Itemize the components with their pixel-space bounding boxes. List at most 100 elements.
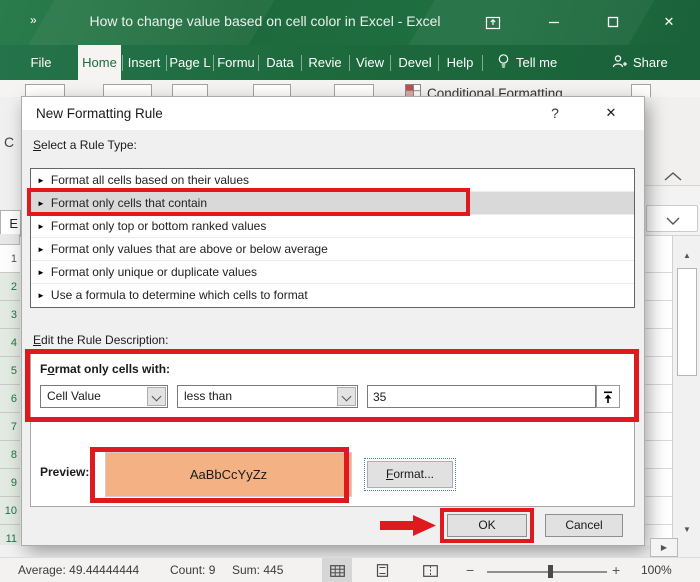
worksheet-cells-partial [644,236,672,557]
condition-field-dropdown[interactable]: Cell Value [40,385,168,408]
dropdown-button[interactable] [147,387,166,406]
rule-type-item[interactable]: ► Format only values that are above or be… [31,238,634,261]
new-formatting-rule-dialog: New Formatting Rule ? ✕ Select a Rule Ty… [22,97,644,545]
format-button[interactable]: Format... [364,458,456,491]
rule-bullet-icon: ► [37,291,45,300]
ribbon-display-options-icon[interactable] [480,10,506,34]
tab-formulas[interactable]: Formu [215,45,257,80]
row-header[interactable]: 6 [0,385,20,413]
collapse-ribbon-icon[interactable] [663,170,683,188]
vertical-scrollbar[interactable]: ▲ ▼ [672,236,700,557]
page-layout-view-icon[interactable] [368,558,396,582]
name-box[interactable]: E [0,210,21,237]
tell-me-control[interactable]: Tell me [497,45,557,80]
ok-button[interactable]: OK [447,514,527,537]
tab-insert[interactable]: Insert [124,45,164,80]
row-header[interactable]: 10 [0,497,20,525]
condition-operator-value: less than [184,389,233,403]
annotation-arrow-icon [380,514,437,540]
select-all-corner[interactable] [0,234,20,245]
close-icon[interactable]: ✕ [656,10,682,34]
maximize-icon[interactable] [600,10,626,34]
share-person-icon [612,54,627,72]
tab-help[interactable]: Help [440,45,480,80]
rule-type-item[interactable]: ► Format all cells based on their values [31,169,634,192]
tell-me-label: Tell me [516,55,558,70]
scroll-up-icon[interactable]: ▲ [676,246,698,265]
row-header[interactable]: 5 [0,357,20,385]
row-header[interactable]: 1 [0,245,20,273]
dialog-close-icon[interactable]: ✕ [589,99,633,127]
title-bar: » How to change value based on cell colo… [0,0,700,70]
dropdown-button[interactable] [337,387,356,406]
zoom-slider-thumb[interactable] [548,565,553,578]
tab-file[interactable]: File [20,45,62,80]
scroll-right-icon[interactable]: ▶ [650,538,678,557]
ribbon-control-partial [103,84,152,97]
ribbon-control-partial [25,84,65,97]
zoom-in-icon[interactable]: + [612,558,620,582]
share-control[interactable]: Share [612,45,668,80]
focw-rest: rmat only cells with: [54,362,171,376]
rule-type-item[interactable]: ► Format only top or bottom ranked values [31,215,634,238]
dialog-title-bar: New Formatting Rule ? ✕ [22,97,644,130]
status-average: Average: 49.44444444 [18,563,140,577]
status-sum: Sum: 445 [232,563,284,577]
focw-underline: o [47,362,55,376]
share-label: Share [633,55,668,70]
rule-bullet-icon: ► [37,176,45,185]
tab-view[interactable]: View [351,45,389,80]
status-bar: Average: 49.44444444 Count: 9 Sum: 445 −… [0,557,700,582]
condition-operator-dropdown[interactable]: less than [177,385,358,408]
condition-value-input[interactable] [367,385,596,408]
select-rule-type-label: Select a Rule Type: [33,138,137,152]
tab-developer[interactable]: Devel [392,45,438,80]
collapse-range-icon [604,391,612,403]
row-header[interactable]: 4 [0,329,20,357]
rule-type-item[interactable]: ► Use a formula to determine which cells … [31,284,634,307]
minimize-icon[interactable] [541,10,567,34]
select-rule-type-label-rest: elect a Rule Type: [41,138,137,152]
rule-type-item[interactable]: ► Format only unique or duplicate values [31,261,634,284]
rule-type-item-selected[interactable]: ► Format only cells that contain [31,192,634,215]
normal-view-icon[interactable] [322,558,352,582]
ribbon-partial-text: C [4,134,15,150]
tab-home[interactable]: Home [78,45,121,80]
conditional-formatting-icon [405,84,421,97]
page-break-view-icon[interactable] [416,558,444,582]
row-header[interactable]: 7 [0,413,20,441]
zoom-out-icon[interactable]: − [466,558,474,582]
tab-separator [482,55,483,71]
preview-label: Preview: [40,465,90,479]
row-header[interactable]: 8 [0,441,20,469]
formula-bar-expand-icon[interactable] [665,213,681,231]
quick-access-overflow-icon[interactable]: » [30,13,37,27]
tab-separator [301,55,302,71]
row-header[interactable]: 3 [0,301,20,329]
rule-bullet-icon: ► [37,222,45,231]
row-headers: 1 2 3 4 5 6 7 8 9 10 11 [0,245,20,557]
zoom-slider-track[interactable] [487,571,607,573]
ribbon-control-partial [172,84,208,97]
ribbon-tab-bar: File Home Insert Page L Formu Data Revie… [0,45,700,80]
row-header[interactable]: 9 [0,469,20,497]
zoom-level[interactable]: 100% [641,558,672,582]
tab-page-layout[interactable]: Page L [168,45,212,80]
tab-separator [122,55,123,71]
tab-separator [349,55,350,71]
collapse-dialog-button[interactable] [596,385,620,408]
tab-separator [438,55,439,71]
tab-separator [166,55,167,71]
tab-data[interactable]: Data [260,45,300,80]
conditional-formatting-label[interactable]: Conditional Formatting [427,86,563,97]
vertical-scrollbar-thumb[interactable] [677,268,697,376]
row-header[interactable]: 2 [0,273,20,301]
dialog-help-icon[interactable]: ? [539,99,571,127]
scroll-down-icon[interactable]: ▼ [676,520,698,539]
tab-separator [213,55,214,71]
tab-review[interactable]: Revie [303,45,347,80]
lightbulb-icon [497,53,510,73]
format-preview-swatch: AaBbCcYyZz [105,452,352,497]
rule-type-label: Format only top or bottom ranked values [50,219,267,233]
cancel-button[interactable]: Cancel [545,514,623,537]
